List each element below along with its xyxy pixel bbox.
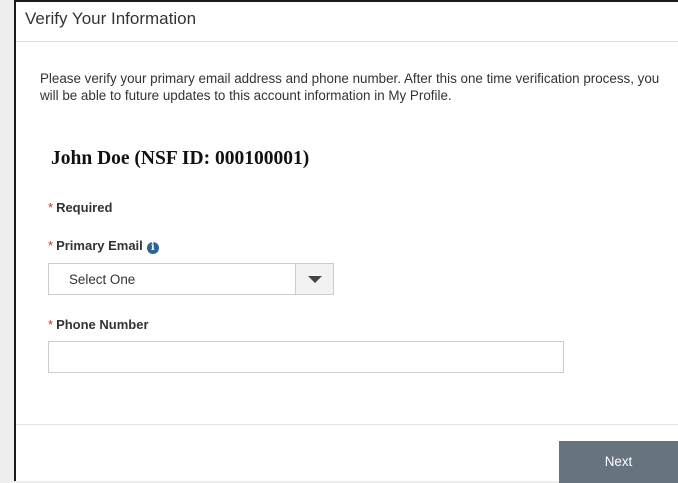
primary-email-selected-value: Select One	[69, 272, 136, 287]
select-toggle[interactable]	[295, 264, 333, 294]
footer-divider	[16, 424, 678, 425]
dialog-header: Verify Your Information	[16, 2, 678, 42]
person-identity: John Doe (NSF ID: 000100001)	[51, 148, 310, 169]
required-asterisk: *	[48, 238, 54, 253]
phone-number-label: Phone Number	[56, 317, 149, 332]
primary-email-label: Primary Email	[56, 238, 143, 253]
required-note: * Required	[48, 200, 112, 215]
verify-information-dialog: Verify Your Information Please verify yo…	[14, 0, 678, 483]
phone-number-input[interactable]	[48, 341, 564, 373]
dialog-title: Verify Your Information	[25, 9, 197, 28]
required-asterisk: *	[48, 200, 54, 215]
phone-number-label-row: * Phone Number	[48, 317, 149, 332]
intro-text: Please verify your primary email address…	[40, 71, 660, 103]
required-asterisk: *	[48, 317, 54, 332]
next-button[interactable]: Next	[559, 441, 678, 483]
info-icon[interactable]: i	[146, 242, 159, 254]
required-label: Required	[56, 200, 113, 215]
chevron-down-icon	[308, 276, 322, 283]
primary-email-label-row: * Primary Email i	[48, 238, 159, 254]
primary-email-select[interactable]: Select One	[48, 263, 334, 295]
